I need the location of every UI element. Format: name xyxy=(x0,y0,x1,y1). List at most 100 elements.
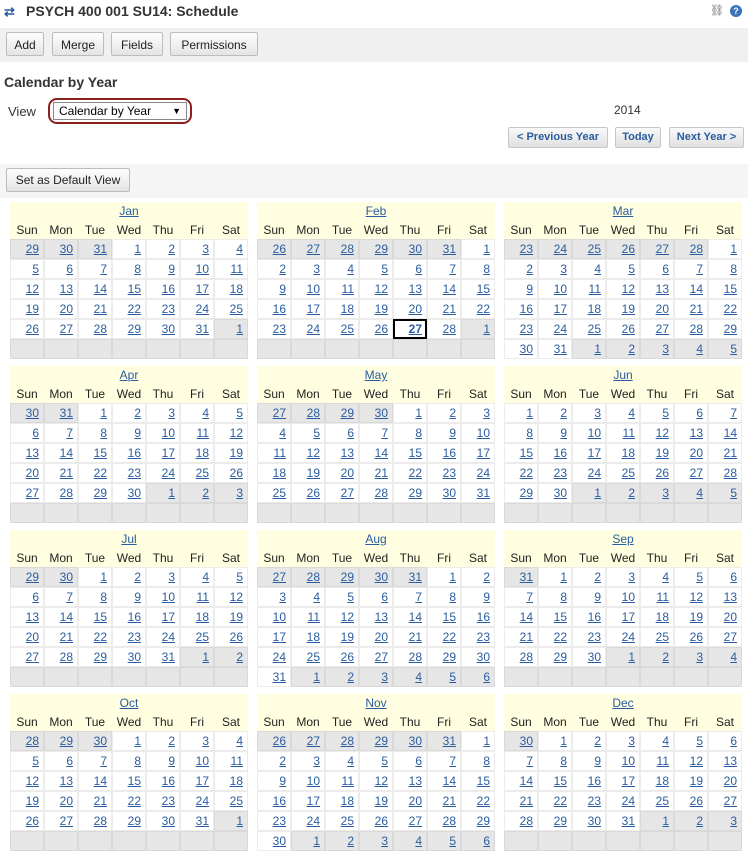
month-title-link[interactable]: Jun xyxy=(504,366,742,385)
month-title-link[interactable]: Oct xyxy=(10,694,248,713)
day-cell[interactable]: 25 xyxy=(325,319,359,339)
day-cell[interactable]: 23 xyxy=(427,463,461,483)
day-cell[interactable]: 20 xyxy=(10,463,44,483)
day-cell[interactable]: 24 xyxy=(461,463,495,483)
day-cell[interactable]: 21 xyxy=(674,299,708,319)
day-cell[interactable]: 26 xyxy=(214,627,248,647)
day-cell-adjacent-month[interactable]: 2 xyxy=(606,483,640,503)
day-cell[interactable]: 1 xyxy=(538,567,572,587)
day-cell[interactable]: 5 xyxy=(291,423,325,443)
day-cell[interactable]: 9 xyxy=(112,587,146,607)
day-cell[interactable]: 5 xyxy=(359,751,393,771)
day-cell[interactable]: 17 xyxy=(257,627,291,647)
day-cell[interactable]: 4 xyxy=(214,239,248,259)
day-cell[interactable]: 19 xyxy=(640,443,674,463)
day-cell[interactable]: 14 xyxy=(78,279,112,299)
month-title-link[interactable]: Jul xyxy=(10,530,248,549)
merge-button[interactable]: Merge xyxy=(52,32,104,56)
day-cell[interactable]: 26 xyxy=(359,811,393,831)
day-cell[interactable]: 17 xyxy=(606,607,640,627)
day-cell[interactable]: 3 xyxy=(606,567,640,587)
day-cell[interactable]: 20 xyxy=(708,607,742,627)
day-cell-adjacent-month[interactable]: 3 xyxy=(640,339,674,359)
day-cell[interactable]: 11 xyxy=(214,751,248,771)
day-cell[interactable]: 29 xyxy=(393,483,427,503)
day-cell[interactable]: 23 xyxy=(146,791,180,811)
day-cell[interactable]: 22 xyxy=(538,791,572,811)
fields-button[interactable]: Fields xyxy=(111,32,163,56)
day-cell[interactable]: 12 xyxy=(10,279,44,299)
day-cell[interactable]: 1 xyxy=(708,239,742,259)
day-cell[interactable]: 29 xyxy=(427,647,461,667)
add-button[interactable]: Add xyxy=(6,32,44,56)
day-cell[interactable]: 1 xyxy=(427,567,461,587)
day-cell-adjacent-month[interactable]: 28 xyxy=(10,731,44,751)
day-cell[interactable]: 16 xyxy=(257,299,291,319)
day-cell[interactable]: 16 xyxy=(572,607,606,627)
day-cell-adjacent-month[interactable]: 30 xyxy=(393,731,427,751)
day-cell[interactable]: 6 xyxy=(708,731,742,751)
day-cell[interactable]: 12 xyxy=(359,279,393,299)
day-cell[interactable]: 10 xyxy=(606,587,640,607)
day-cell[interactable]: 4 xyxy=(572,259,606,279)
day-cell[interactable]: 12 xyxy=(359,771,393,791)
day-cell[interactable]: 8 xyxy=(112,751,146,771)
day-cell[interactable]: 29 xyxy=(538,647,572,667)
day-cell[interactable]: 28 xyxy=(708,463,742,483)
view-select[interactable]: Calendar by Year ▼ xyxy=(53,102,187,120)
day-cell[interactable]: 9 xyxy=(461,587,495,607)
day-cell[interactable]: 27 xyxy=(708,627,742,647)
permissions-button[interactable]: Permissions xyxy=(170,32,258,56)
day-cell[interactable]: 29 xyxy=(504,483,538,503)
day-cell[interactable]: 5 xyxy=(214,403,248,423)
day-cell[interactable]: 22 xyxy=(461,791,495,811)
day-cell-adjacent-month[interactable]: 1 xyxy=(180,647,214,667)
day-cell[interactable]: 26 xyxy=(640,463,674,483)
day-cell[interactable]: 20 xyxy=(44,791,78,811)
day-cell[interactable]: 31 xyxy=(257,667,291,687)
day-cell[interactable]: 8 xyxy=(708,259,742,279)
day-cell-adjacent-month[interactable]: 1 xyxy=(146,483,180,503)
day-cell[interactable]: 17 xyxy=(180,279,214,299)
day-cell[interactable]: 4 xyxy=(606,403,640,423)
day-cell[interactable]: 15 xyxy=(78,607,112,627)
day-cell-adjacent-month[interactable]: 3 xyxy=(708,811,742,831)
day-cell[interactable]: 14 xyxy=(359,443,393,463)
day-cell[interactable]: 24 xyxy=(146,627,180,647)
day-cell[interactable]: 5 xyxy=(325,587,359,607)
day-cell[interactable]: 13 xyxy=(674,423,708,443)
day-cell[interactable]: 20 xyxy=(44,299,78,319)
day-cell[interactable]: 2 xyxy=(504,259,538,279)
day-cell-adjacent-month[interactable]: 2 xyxy=(325,831,359,851)
day-cell[interactable]: 28 xyxy=(78,811,112,831)
day-cell[interactable]: 4 xyxy=(291,587,325,607)
day-cell[interactable]: 31 xyxy=(146,647,180,667)
day-cell[interactable]: 20 xyxy=(708,771,742,791)
day-cell[interactable]: 4 xyxy=(640,731,674,751)
day-cell[interactable]: 24 xyxy=(572,463,606,483)
day-cell[interactable]: 16 xyxy=(146,771,180,791)
day-cell[interactable]: 11 xyxy=(640,587,674,607)
day-cell[interactable]: 22 xyxy=(112,791,146,811)
day-cell[interactable]: 30 xyxy=(461,647,495,667)
day-cell[interactable]: 4 xyxy=(325,751,359,771)
day-cell[interactable]: 15 xyxy=(538,607,572,627)
day-cell[interactable]: 29 xyxy=(708,319,742,339)
day-cell[interactable]: 24 xyxy=(180,791,214,811)
day-cell[interactable]: 27 xyxy=(44,319,78,339)
day-cell[interactable]: 9 xyxy=(146,259,180,279)
day-cell-adjacent-month[interactable]: 2 xyxy=(606,339,640,359)
day-cell[interactable]: 12 xyxy=(10,771,44,791)
day-cell[interactable]: 28 xyxy=(78,319,112,339)
day-cell[interactable]: 14 xyxy=(78,771,112,791)
day-cell[interactable]: 15 xyxy=(504,443,538,463)
day-cell[interactable]: 20 xyxy=(325,463,359,483)
day-cell[interactable]: 28 xyxy=(504,647,538,667)
day-cell[interactable]: 29 xyxy=(538,811,572,831)
day-cell[interactable]: 13 xyxy=(640,279,674,299)
day-cell[interactable]: 20 xyxy=(674,443,708,463)
day-cell[interactable]: 11 xyxy=(291,607,325,627)
day-cell[interactable]: 21 xyxy=(78,299,112,319)
day-cell[interactable]: 24 xyxy=(146,463,180,483)
day-cell[interactable]: 30 xyxy=(538,483,572,503)
